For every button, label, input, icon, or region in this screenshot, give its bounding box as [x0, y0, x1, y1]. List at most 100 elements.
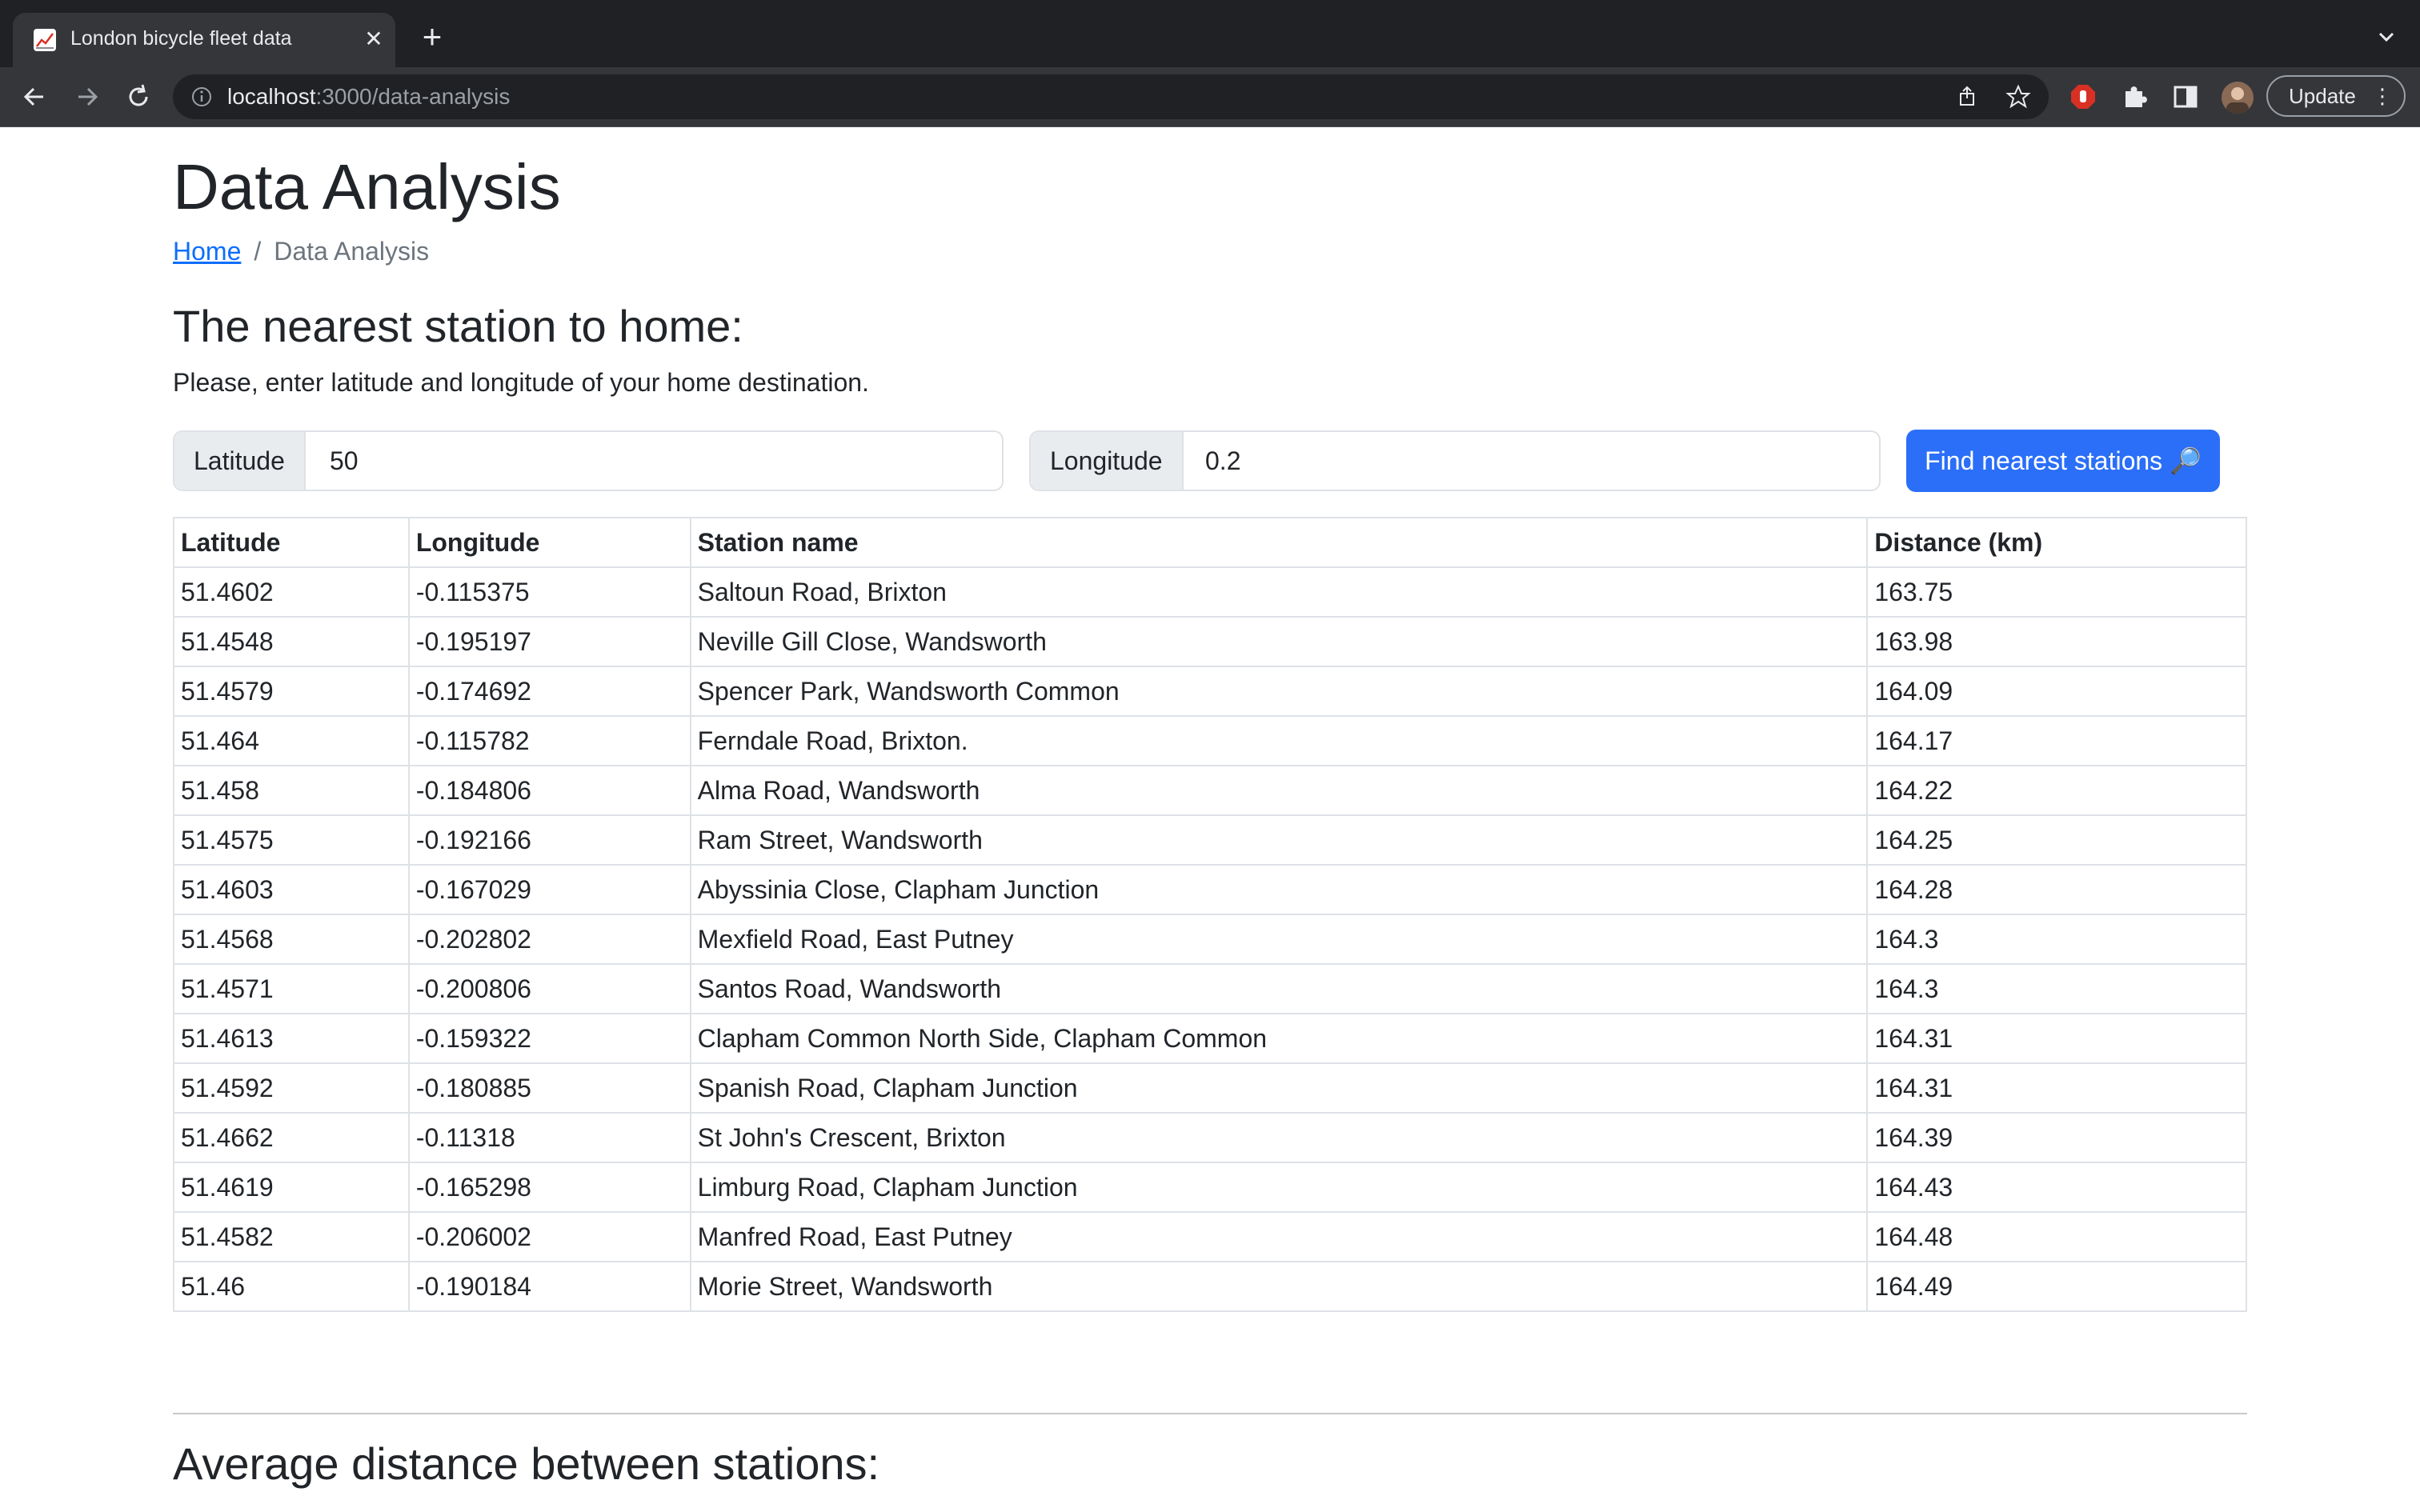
breadcrumb-home-link[interactable]: Home — [173, 237, 241, 266]
profile-avatar[interactable] — [2222, 82, 2254, 114]
cell-station-name: Morie Street, Wandsworth — [689, 1261, 1869, 1312]
nearest-station-heading: The nearest station to home: — [173, 301, 743, 351]
cell-distance: 164.31 — [1866, 1013, 2247, 1064]
address-bar[interactable]: localhost:3000/data-analysis — [173, 74, 2049, 119]
puzzle-extensions-icon[interactable] — [2121, 83, 2148, 110]
cell-latitude: 51.4613 — [173, 1013, 410, 1064]
cell-longitude: -0.167029 — [407, 864, 691, 915]
cell-latitude: 51.4602 — [173, 566, 410, 618]
cell-station-name: Abyssinia Close, Clapham Junction — [689, 864, 1869, 915]
cell-station-name: Alma Road, Wandsworth — [689, 765, 1869, 816]
cell-distance: 164.28 — [1866, 864, 2247, 915]
table-row: 51.46 -0.190184 Morie Street, Wandsworth 16… — [173, 1261, 2247, 1312]
chart-favicon-icon — [34, 29, 56, 51]
chevron-down-icon[interactable] — [2374, 24, 2399, 50]
longitude-label: Longitude — [1031, 432, 1184, 490]
url-path: :3000/data-analysis — [315, 84, 511, 109]
nearest-stations-table: Latitude Longitude Station name Distance… — [173, 517, 2247, 1312]
cell-latitude: 51.4548 — [173, 616, 410, 667]
cell-latitude: 51.4582 — [173, 1211, 410, 1262]
cell-distance: 164.48 — [1866, 1211, 2247, 1262]
cell-longitude: -0.206002 — [407, 1211, 691, 1262]
cell-station-name: Ram Street, Wandsworth — [689, 814, 1869, 866]
cell-longitude: -0.190184 — [407, 1261, 691, 1312]
cell-distance: 163.75 — [1866, 566, 2247, 618]
more-menu-icon[interactable]: ⋮ — [2372, 77, 2393, 115]
cell-longitude: -0.180885 — [407, 1062, 691, 1114]
cell-latitude: 51.464 — [173, 715, 410, 766]
longitude-input[interactable] — [1186, 432, 1879, 490]
cell-station-name: Saltoun Road, Brixton — [689, 566, 1869, 618]
cell-distance: 164.22 — [1866, 765, 2247, 816]
browser-toolbar: localhost:3000/data-analysis Update ⋮ — [0, 67, 2420, 127]
page-title: Data Analysis — [173, 151, 561, 222]
cell-longitude: -0.11318 — [407, 1112, 691, 1163]
latitude-input[interactable] — [311, 432, 1002, 490]
breadcrumb: Home / Data Analysis — [173, 237, 429, 266]
table-row: 51.4619 -0.165298 Limburg Road, Clapham Ju… — [173, 1162, 2247, 1213]
cell-latitude: 51.4568 — [173, 914, 410, 965]
cell-station-name: Neville Gill Close, Wandsworth — [689, 616, 1869, 667]
cell-station-name: Spencer Park, Wandsworth Common — [689, 666, 1869, 717]
cell-station-name: St John's Crescent, Brixton — [689, 1112, 1869, 1163]
cell-latitude: 51.4579 — [173, 666, 410, 717]
browser-tab[interactable]: London bicycle fleet data ✕ — [13, 13, 395, 67]
find-nearest-stations-button[interactable]: Find nearest stations 🔎 — [1906, 430, 2220, 492]
update-label: Update — [2289, 84, 2356, 108]
share-icon[interactable] — [1954, 84, 1980, 110]
table-row: 51.464 -0.115782 Ferndale Road, Brixton. 16… — [173, 715, 2247, 766]
cell-distance: 164.3 — [1866, 963, 2247, 1014]
cell-longitude: -0.115782 — [407, 715, 691, 766]
cell-distance: 164.31 — [1866, 1062, 2247, 1114]
table-row: 51.4575 -0.192166 Ram Street, Wandsworth 16… — [173, 814, 2247, 866]
update-button[interactable]: Update ⋮ — [2266, 75, 2406, 117]
forward-arrow-icon[interactable] — [70, 80, 104, 114]
cell-station-name: Manfred Road, East Putney — [689, 1211, 1869, 1262]
browser-tab-bar: London bicycle fleet data ✕ + — [0, 0, 2420, 67]
table-row: 51.4592 -0.180885 Spanish Road, Clapham Ju… — [173, 1062, 2247, 1114]
cell-longitude: -0.192166 — [407, 814, 691, 866]
table-row: 51.458 -0.184806 Alma Road, Wandsworth 164.… — [173, 765, 2247, 816]
side-panel-icon[interactable] — [2172, 83, 2199, 110]
breadcrumb-separator: / — [254, 237, 262, 266]
cell-longitude: -0.174692 — [407, 666, 691, 717]
cell-latitude: 51.4592 — [173, 1062, 410, 1114]
table-row: 51.4602 -0.115375 Saltoun Road, Brixton 163… — [173, 566, 2247, 618]
cell-longitude: -0.165298 — [407, 1162, 691, 1213]
cell-latitude: 51.4603 — [173, 864, 410, 915]
table-row: 51.4568 -0.202802 Mexfield Road, East Putn… — [173, 914, 2247, 965]
bookmark-star-icon[interactable] — [2005, 84, 2031, 110]
cell-latitude: 51.458 — [173, 765, 410, 816]
longitude-input-group: Longitude — [1029, 430, 1881, 491]
cell-latitude: 51.4571 — [173, 963, 410, 1014]
close-tab-icon[interactable]: ✕ — [360, 26, 387, 53]
cell-longitude: -0.115375 — [407, 566, 691, 618]
cell-distance: 164.25 — [1866, 814, 2247, 866]
latitude-label: Latitude — [174, 432, 306, 490]
cell-latitude: 51.46 — [173, 1261, 410, 1312]
table-row: 51.4603 -0.167029 Abyssinia Close, Clapham… — [173, 864, 2247, 915]
cell-station-name: Ferndale Road, Brixton. — [689, 715, 1869, 766]
table-row: 51.4662 -0.11318 St John's Crescent, Brixt… — [173, 1112, 2247, 1163]
column-header-latitude: Latitude — [173, 517, 410, 568]
site-info-icon[interactable] — [190, 86, 213, 108]
cell-distance: 164.49 — [1866, 1261, 2247, 1312]
cell-station-name: Spanish Road, Clapham Junction — [689, 1062, 1869, 1114]
reload-icon[interactable] — [122, 80, 155, 114]
column-header-longitude: Longitude — [407, 517, 691, 568]
stop-hand-extension-icon[interactable] — [2069, 83, 2097, 110]
breadcrumb-current: Data Analysis — [274, 237, 430, 266]
cell-distance: 164.43 — [1866, 1162, 2247, 1213]
tab-title: London bicycle fleet data — [70, 27, 292, 50]
new-tab-icon[interactable]: + — [416, 20, 448, 54]
table-body: 51.4602 -0.115375 Saltoun Road, Brixton 163… — [173, 566, 2247, 1312]
column-header-distance: Distance (km) — [1866, 517, 2247, 568]
cell-distance: 163.98 — [1866, 616, 2247, 667]
cell-latitude: 51.4575 — [173, 814, 410, 866]
table-row: 51.4571 -0.200806 Santos Road, Wandsworth 1… — [173, 963, 2247, 1014]
column-header-station-name: Station name — [689, 517, 1869, 568]
cell-longitude: -0.195197 — [407, 616, 691, 667]
cell-distance: 164.3 — [1866, 914, 2247, 965]
back-arrow-icon[interactable] — [18, 80, 51, 114]
table-row: 51.4579 -0.174692 Spencer Park, Wandsworth… — [173, 666, 2247, 717]
